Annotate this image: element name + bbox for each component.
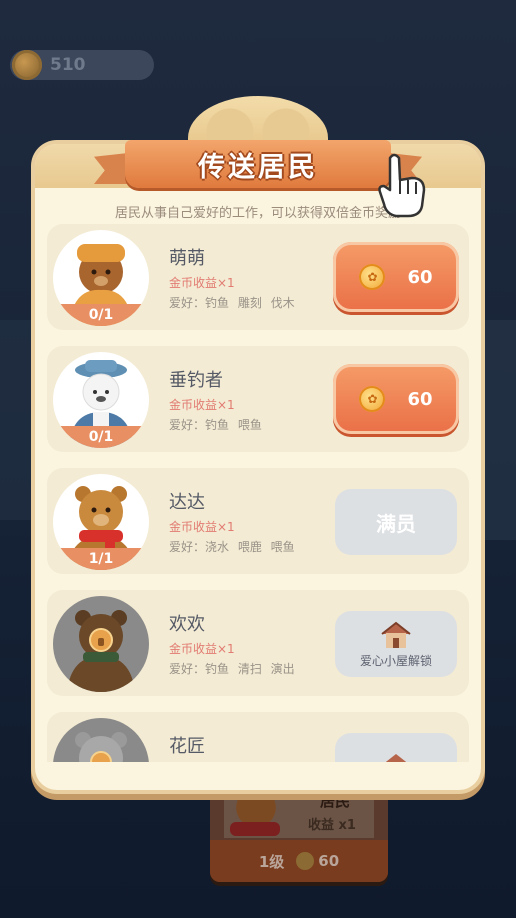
resident-income: 金币收益×1 — [169, 398, 235, 412]
background-card-title: 居民 — [320, 792, 351, 810]
resident-avatar: 0/1 — [53, 230, 149, 326]
background-card-price-wrap: 60 — [296, 852, 339, 871]
locked-bear-icon — [67, 610, 135, 692]
resident-name: 花匠 — [169, 736, 205, 757]
dialog-title: 传送居民 — [198, 151, 318, 183]
resident-name: 萌萌 — [169, 248, 205, 269]
title-ribbon: 传送居民 — [125, 140, 391, 188]
unlock-label: 爱心小屋解锁 — [359, 653, 432, 668]
resident-name: 欢欢 — [169, 614, 205, 635]
background-card-price: 60 — [318, 851, 340, 870]
resident-card-angler: 0/1 垂钓者 金币收益×1 爱好：钓鱼 喂鱼 ✿ 60 — [47, 346, 469, 452]
background-resident-card: 居民 收益 x1 1级 60 — [210, 778, 388, 882]
love-house-unlock-button[interactable] — [335, 733, 457, 762]
full-status-button[interactable]: 满员 — [335, 489, 457, 555]
resident-card-huanhuan: 欢欢 金币收益×1 爱好：钓鱼 清扫 演出 爱心小屋解锁 — [47, 590, 469, 696]
love-house-unlock-button[interactable]: 爱心小屋解锁 — [335, 611, 457, 677]
background-card-level: 1级 — [258, 852, 285, 871]
paw-coin-icon: ✿ — [359, 264, 386, 290]
price-value: 60 — [407, 266, 433, 288]
hand-pointer-icon[interactable] — [372, 150, 432, 220]
resident-card-gardener: 花匠 — [47, 712, 469, 762]
background-card-bar: 1级 60 — [210, 840, 388, 882]
house-icon — [385, 754, 407, 762]
resident-avatar: 1/1 — [53, 474, 149, 570]
resident-hobby: 爱好：浇水 喂鹿 喂鱼 — [169, 540, 295, 554]
coin-icon — [12, 50, 42, 80]
paw-coin-icon: ✿ — [359, 386, 386, 412]
resident-card-dada: 1/1 达达 金币收益×1 爱好：浇水 喂鹿 喂鱼 满员 — [47, 468, 469, 574]
resident-hobby: 爱好：钓鱼 清扫 演出 — [169, 662, 295, 676]
buy-resident-button[interactable]: ✿ 60 — [333, 242, 459, 312]
resident-name: 垂钓者 — [169, 370, 223, 391]
resident-income: 金币收益×1 — [169, 642, 235, 656]
resident-list[interactable]: 0/1 萌萌 金币收益×1 爱好：钓鱼 雕刻 伐木 ✿ 60 0/1 垂钓者 金… — [47, 224, 469, 762]
background-card-income: 收益 x1 — [308, 818, 356, 833]
resident-count: 0/1 — [53, 304, 149, 326]
resident-income: 金币收益×1 — [169, 520, 235, 534]
resident-avatar: 0/1 — [53, 352, 149, 448]
buy-resident-button[interactable]: ✿ 60 — [333, 364, 459, 434]
resident-income: 金币收益×1 — [169, 276, 235, 290]
resident-hobby: 爱好：钓鱼 雕刻 伐木 — [169, 296, 295, 310]
scarf-icon — [230, 822, 280, 836]
locked-polar-bear-icon — [75, 732, 127, 762]
resident-name: 达达 — [169, 492, 205, 513]
resident-count: 0/1 — [53, 426, 149, 448]
resident-hobby: 爱好：钓鱼 喂鱼 — [169, 418, 262, 432]
resident-avatar-locked — [53, 718, 149, 762]
teleport-residents-dialog: 居民从事自己爱好的工作，可以获得双倍金币奖励 0/1 萌萌 金币收益×1 爱好：… — [35, 144, 481, 790]
house-icon — [381, 621, 411, 648]
resident-avatar-locked — [53, 596, 149, 692]
resident-count: 1/1 — [53, 548, 149, 570]
price-value: 60 — [407, 388, 433, 410]
coin-counter: 510 — [10, 50, 154, 80]
coin-icon — [296, 852, 315, 871]
coin-counter-value: 510 — [50, 55, 86, 75]
background-building-left — [0, 320, 40, 520]
resident-card-mengmeng: 0/1 萌萌 金币收益×1 爱好：钓鱼 雕刻 伐木 ✿ 60 — [47, 224, 469, 330]
